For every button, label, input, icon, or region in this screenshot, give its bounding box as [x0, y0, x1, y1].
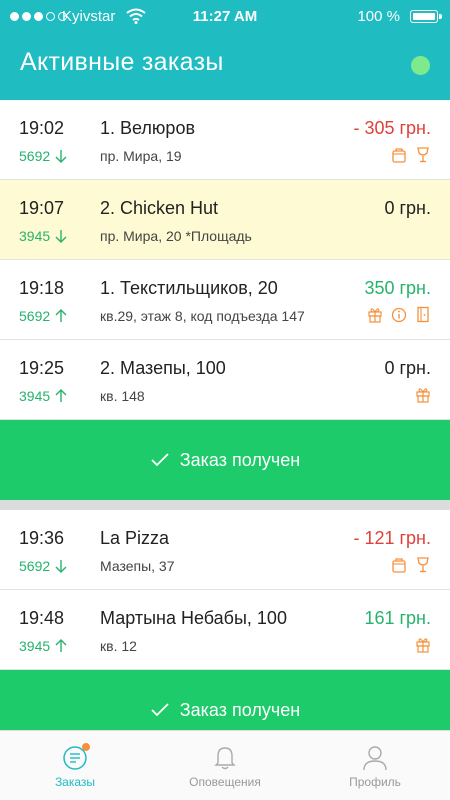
app-header: Kyivstar 11:27 AM 100 % Активные заказы — [0, 0, 450, 100]
order-code: 5692 — [19, 308, 67, 324]
order-row[interactable]: 19:25 3945 2. Мазепы, 100 кв. 148 0 грн. — [0, 340, 450, 420]
page-title: Активные заказы — [20, 48, 224, 76]
tab-label: Оповещения — [189, 775, 261, 789]
order-code-value: 5692 — [19, 308, 51, 324]
order-received-label: Заказ получен — [179, 449, 301, 470]
order-code-value: 3945 — [19, 228, 51, 244]
arrow-down-icon — [55, 230, 67, 243]
bag-icon — [392, 558, 406, 573]
order-code-value: 5692 — [19, 148, 51, 164]
order-price: 0 грн. — [384, 358, 431, 378]
order-title: 2. Chicken Hut — [100, 198, 219, 218]
order-title: La Pizza — [100, 528, 170, 548]
order-title: Мартына Небабы, 100 — [100, 608, 287, 628]
gift-icon — [368, 308, 382, 323]
order-address: Мазепы, 37 — [100, 558, 175, 574]
battery-percent: 100 % — [357, 8, 400, 25]
order-code-value: 3945 — [19, 388, 51, 404]
tab-bar: Заказы Оповещения Профиль — [0, 730, 450, 800]
tab-notifications[interactable]: Оповещения — [150, 731, 300, 800]
online-status-indicator[interactable] — [411, 56, 430, 75]
order-row[interactable]: 19:36 5692 La Pizza Мазепы, 37 - 121 грн. — [0, 510, 450, 590]
order-row[interactable]: 19:18 5692 1. Текстильщиков, 20 кв.29, этаж… — [0, 260, 450, 340]
bag-icon — [392, 148, 406, 163]
bell-icon — [214, 747, 236, 770]
order-time: 19:02 — [19, 118, 65, 138]
order-row[interactable]: 19:07 3945 2. Chicken Hut пр. Мира, 20 *Пло… — [0, 180, 450, 260]
info-icon — [391, 307, 407, 323]
arrow-up-icon — [55, 389, 67, 402]
order-title: 1. Велюров — [100, 118, 196, 138]
order-icons — [391, 556, 431, 573]
order-address: пр. Мира, 19 — [100, 148, 182, 164]
glass-icon — [417, 147, 429, 163]
arrow-up-icon — [55, 309, 67, 322]
order-code: 3945 — [19, 638, 67, 654]
door-icon — [417, 306, 429, 323]
glass-icon — [417, 557, 429, 573]
order-price: 350 грн. — [364, 278, 431, 298]
profile-icon — [363, 746, 387, 771]
notification-badge — [82, 743, 90, 751]
order-code-value: 5692 — [19, 558, 51, 574]
order-code: 5692 — [19, 148, 67, 164]
order-icons — [415, 386, 431, 403]
order-row[interactable]: 19:48 3945 Мартына Небабы, 100 кв. 12 161 гр… — [0, 590, 450, 670]
tab-orders[interactable]: Заказы — [0, 731, 150, 800]
status-bar: Kyivstar 11:27 AM 100 % — [0, 0, 450, 34]
tab-label: Заказы — [54, 775, 96, 789]
order-received-label: Заказ получен — [179, 699, 301, 720]
order-time: 19:48 — [19, 608, 65, 628]
order-icons — [415, 636, 431, 653]
arrow-down-icon — [55, 150, 67, 163]
order-code-value: 3945 — [19, 638, 51, 654]
order-time: 19:07 — [19, 198, 65, 218]
order-code: 3945 — [19, 388, 67, 404]
tab-profile[interactable]: Профиль — [300, 731, 450, 800]
checkmark-icon — [151, 703, 169, 717]
order-address: пр. Мира, 20 *Площадь — [100, 228, 252, 244]
order-row[interactable]: 19:02 5692 1. Велюров пр. Мира, 19 - 305 грн… — [0, 100, 450, 180]
order-code: 3945 — [19, 228, 67, 244]
arrow-up-icon — [55, 639, 67, 652]
order-title: 1. Текстильщиков, 20 — [100, 278, 278, 298]
order-price: - 305 грн. — [353, 118, 431, 138]
order-icons — [367, 306, 431, 323]
gift-icon — [416, 638, 430, 653]
order-address: кв. 148 — [100, 388, 145, 404]
order-price: 161 грн. — [364, 608, 431, 628]
order-time: 19:36 — [19, 528, 65, 548]
gift-icon — [416, 388, 430, 403]
order-address: кв.29, этаж 8, код подъезда 147 — [100, 308, 305, 324]
order-address: кв. 12 — [100, 638, 137, 654]
order-time: 19:18 — [19, 278, 65, 298]
order-time: 19:25 — [19, 358, 65, 378]
tab-label: Профиль — [349, 775, 401, 789]
order-code: 5692 — [19, 558, 67, 574]
group-separator — [0, 500, 450, 510]
order-icons — [391, 146, 431, 163]
checkmark-icon — [151, 453, 169, 467]
order-price: 0 грн. — [384, 198, 431, 218]
arrow-down-icon — [55, 560, 67, 573]
order-title: 2. Мазепы, 100 — [100, 358, 226, 378]
order-received-button[interactable]: Заказ получен — [0, 420, 450, 500]
battery-icon — [410, 10, 442, 23]
order-price: - 121 грн. — [353, 528, 431, 548]
